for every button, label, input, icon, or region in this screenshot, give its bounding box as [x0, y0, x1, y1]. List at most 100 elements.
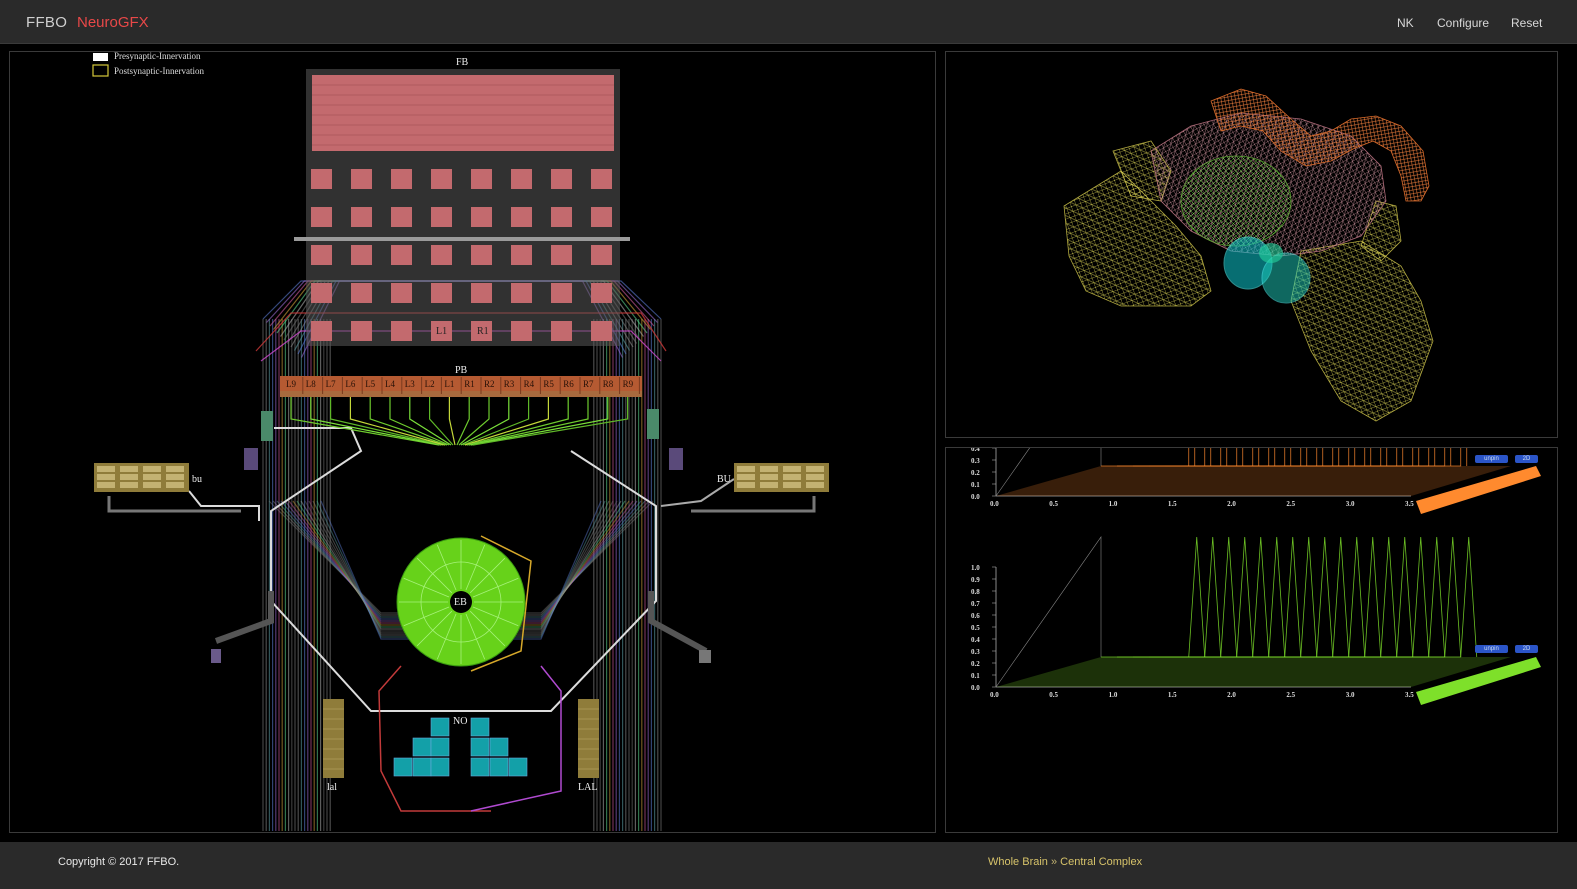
bulb-right[interactable]: BU	[717, 463, 829, 492]
plot-y-tick-label: 0.3	[971, 648, 980, 656]
copyright-text: Copyright © 2017 FFBO.	[58, 856, 180, 868]
stub-left	[244, 448, 258, 470]
fb-glomerulus	[431, 169, 452, 189]
pb-glomerulus-l3: L3	[405, 379, 415, 389]
fb-glomerulus	[311, 245, 332, 265]
plot-x-tick-label: 2.5	[1286, 691, 1295, 699]
nodulus-cell	[412, 737, 432, 757]
plot-y-tick-label: 0.9	[971, 576, 980, 584]
no-label: NO	[453, 716, 467, 727]
pb-glomerulus-r6: R6	[563, 379, 574, 389]
plot-x-tick-label: 1.0	[1109, 500, 1118, 508]
bulb-microglomerulus	[143, 474, 161, 480]
side-block-left	[211, 649, 221, 663]
nodulus-cell	[430, 737, 450, 757]
top-plot-unpin-button[interactable]: unpin	[1475, 455, 1508, 463]
fb-glomerulus	[311, 283, 332, 303]
plot-y-tick-label: 0.6	[971, 612, 980, 620]
pb-glomerulus-r8: R8	[603, 379, 614, 389]
pb-glomerulus-l9: L9	[286, 379, 296, 389]
protocerebral-bridge[interactable]: PB L9 L8 L7 L6 L5 L4 L3 L2 L1 R1 R2 R3 R4 R5 R6 R7 R8 R9	[280, 365, 642, 397]
plot-y-tick-label: 0.4	[971, 448, 980, 453]
nav-reset[interactable]: Reset	[1511, 16, 1542, 30]
nodulus-cell	[393, 757, 413, 777]
plot-x-tick-label: 1.0	[1109, 691, 1118, 699]
nav-configure[interactable]: Configure	[1437, 16, 1489, 30]
fb-label: FB	[456, 57, 469, 68]
nav-nk[interactable]: NK	[1397, 16, 1414, 30]
lal-right[interactable]: LAL	[578, 699, 599, 793]
plots-panel: unpin 2D unpin 2D 1.0 0.9 0.8 0.7 0.6 0.5 0.4 0…	[945, 447, 1558, 833]
pb-eb-projection	[369, 397, 448, 446]
bulb-microglomerulus	[806, 466, 824, 472]
pb-glomerulus-r4: R4	[524, 379, 535, 389]
noduli[interactable]: NO	[393, 716, 528, 777]
lal-left[interactable]: lal	[323, 699, 344, 793]
plot-y-tick-label: 0.4	[971, 636, 980, 644]
plot-trace	[1133, 536, 1238, 658]
circuit-diagram-panel: Presynaptic-Innervation Postsynaptic-Inn…	[9, 51, 936, 833]
bulb-microglomerulus	[737, 474, 755, 480]
plot-x-tick-label: 2.5	[1286, 500, 1295, 508]
bulb-microglomerulus	[166, 466, 184, 472]
fb-glomerulus	[551, 283, 572, 303]
mesh-nodulus-center	[1259, 243, 1283, 263]
bulb-left[interactable]: bu	[94, 463, 202, 492]
fb-glomerulus	[351, 169, 372, 189]
circuit-diagram: Presynaptic-Innervation Postsynaptic-Inn…	[92, 52, 829, 831]
fb-glomerulus	[391, 321, 412, 341]
top-plot-2d-button[interactable]: 2D	[1515, 455, 1538, 463]
track-bu-left-grey	[107, 496, 241, 513]
bottom-plot-unpin-button[interactable]: unpin	[1475, 645, 1508, 653]
bottom-plot-2d-button[interactable]: 2D	[1515, 645, 1538, 653]
fb-glomerulus	[511, 283, 532, 303]
pb-glomerulus-l8: L8	[306, 379, 316, 389]
3d-mesh[interactable]	[946, 52, 1558, 438]
top-navbar: FFBO NeuroGFX NK Configure Reset	[0, 0, 1577, 44]
ellipsoid-body[interactable]: EB	[396, 537, 526, 667]
bulb-microglomerulus	[806, 474, 824, 480]
fb-glomerulus	[431, 283, 452, 303]
plot-y-tick-label: 0.5	[971, 624, 980, 632]
lal-right-label: LAL	[578, 782, 597, 793]
pb-eb-projections	[290, 397, 629, 446]
fb-glomerulus	[351, 283, 372, 303]
bulb-microglomerulus	[166, 474, 184, 480]
plot-y-tick-label: 0.0	[971, 684, 980, 692]
bulb-microglomerulus	[760, 474, 778, 480]
fb-glomerulus	[431, 245, 452, 265]
3d-brain-viewer[interactable]	[945, 51, 1558, 438]
plot-trace	[1117, 536, 1222, 658]
pb-eb-projection	[409, 397, 452, 446]
plot-y-tick-label: 0.3	[971, 457, 980, 465]
plot-x-tick-label: 3.0	[1346, 691, 1355, 699]
fb-glomerulus	[591, 283, 612, 303]
activity-plots: 1.0 0.9 0.8 0.7 0.6 0.5 0.4 0.3 0.2 0.1 0.0 0.0 0.5 1…	[971, 448, 1541, 705]
breadcrumb-central-complex[interactable]: Central Complex	[1060, 856, 1142, 868]
pb-glomerulus-l5: L5	[365, 379, 375, 389]
bulb-microglomerulus	[120, 482, 138, 488]
fb-glomerulus	[591, 321, 612, 341]
fb-glomerulus	[591, 169, 612, 189]
pb-glomerulus-l6: L6	[345, 379, 355, 389]
nodulus-cell	[470, 757, 490, 777]
fb-glomerulus	[351, 245, 372, 265]
brand-logo[interactable]: FFBO	[26, 14, 67, 31]
plot-trace	[1101, 448, 1196, 467]
nodulus-cell	[508, 757, 528, 777]
nodulus-cell	[489, 737, 509, 757]
side-block-right	[699, 650, 711, 663]
bulb-microglomerulus	[143, 466, 161, 472]
fb-glomerulus	[351, 321, 372, 341]
nodulus-cell	[412, 757, 432, 777]
bulb-microglomerulus	[737, 466, 755, 472]
breadcrumb-whole-brain[interactable]: Whole Brain	[988, 856, 1048, 868]
fb-glomerulus	[511, 207, 532, 227]
fan-shaped-body[interactable]: FB L1 R1	[294, 57, 630, 346]
plot-y-tick-label: 1.0	[971, 564, 980, 572]
plot-y-tick-label: 0.1	[971, 481, 980, 489]
breadcrumb-separator: »	[1050, 856, 1058, 868]
app-name[interactable]: NeuroGFX	[77, 14, 149, 31]
nodulus-cell	[430, 757, 450, 777]
fb-glomerulus	[471, 169, 492, 189]
